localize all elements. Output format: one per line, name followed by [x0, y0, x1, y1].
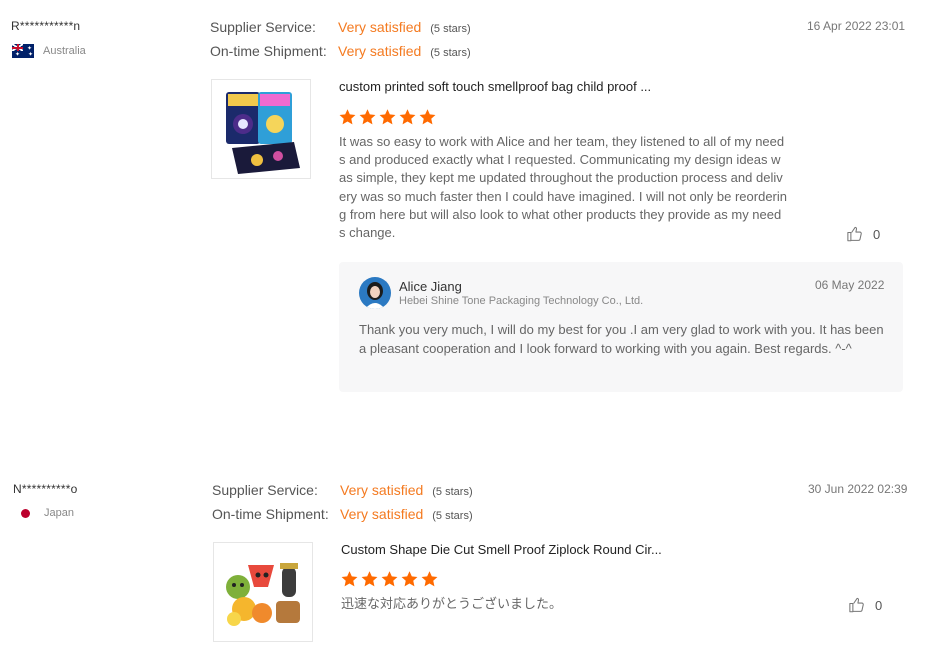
rating-label: On-time Shipment: [212, 506, 329, 522]
rating-value: Very satisfied [340, 506, 424, 522]
rating-stars-text: (5 stars) [430, 47, 471, 59]
rating-stars-text: (5 stars) [432, 486, 473, 498]
star-icon [418, 108, 437, 126]
review-stars [338, 108, 437, 126]
reply-company: Hebei Shine Tone Packaging Technology Co… [399, 295, 644, 307]
rating-stars-text: (5 stars) [430, 23, 471, 35]
star-icon [360, 570, 379, 588]
thumbs-up-icon [846, 225, 864, 243]
australia-flag-icon: ✦ ✦ ✦ [12, 44, 34, 58]
buyer-country: ✦ ✦ ✦ Australia [12, 44, 86, 58]
like-count: 0 [875, 597, 883, 613]
like-count: 0 [873, 226, 881, 242]
supplier-reply: Alice Jiang Hebei Shine Tone Packaging T… [339, 262, 903, 392]
product-thumbnail[interactable] [211, 79, 311, 179]
rating-label: On-time Shipment: [210, 43, 327, 59]
rating-label: Supplier Service: [210, 19, 316, 35]
rating-value: Very satisfied [338, 43, 422, 59]
avatar [359, 277, 391, 309]
review-stars [340, 570, 439, 588]
rating-value: Very satisfied [338, 19, 422, 35]
star-icon [378, 108, 397, 126]
review-date: 30 Jun 2022 02:39 [808, 482, 908, 496]
supplier-service-rating: Supplier Service: Very satisfied (5 star… [212, 482, 473, 498]
like-button[interactable]: 0 [848, 596, 882, 614]
country-name: Australia [43, 45, 86, 57]
rating-value: Very satisfied [340, 482, 424, 498]
star-icon [400, 570, 419, 588]
supplier-service-rating: Supplier Service: Very satisfied (5 star… [210, 19, 471, 35]
like-button[interactable]: 0 [846, 225, 880, 243]
product-image [214, 543, 312, 641]
japan-flag-icon [19, 507, 31, 519]
country-name: Japan [44, 507, 74, 519]
reply-author: Alice Jiang [399, 279, 462, 294]
review-comment: It was so easy to work with Alice and he… [339, 134, 788, 241]
buyer-country: Japan [19, 507, 74, 519]
star-icon [380, 570, 399, 588]
review-date: 16 Apr 2022 23:01 [807, 19, 906, 33]
review-item: R***********n ✦ ✦ ✦ Australia Supplier S… [0, 0, 927, 420]
rating-stars-text: (5 stars) [432, 510, 473, 522]
star-icon [338, 108, 357, 126]
thumbs-up-icon [848, 596, 866, 614]
shipment-rating: On-time Shipment: Very satisfied (5 star… [210, 43, 471, 59]
reply-date: 06 May 2022 [815, 278, 885, 292]
product-title-link[interactable]: Custom Shape Die Cut Smell Proof Ziplock… [341, 542, 662, 557]
buyer-name: R***********n [11, 19, 81, 33]
review-comment: 迅速な対応ありがとうございました。 [341, 596, 563, 611]
reply-text: Thank you very much, I will do my best f… [359, 322, 884, 356]
product-image [212, 80, 310, 178]
rating-label: Supplier Service: [212, 482, 318, 498]
star-icon [398, 108, 417, 126]
star-icon [340, 570, 359, 588]
star-icon [420, 570, 439, 588]
product-thumbnail[interactable] [213, 542, 313, 642]
review-item: N**********o Japan Supplier Service: Ver… [0, 463, 927, 671]
shipment-rating: On-time Shipment: Very satisfied (5 star… [212, 506, 473, 522]
star-icon [358, 108, 377, 126]
buyer-name: N**********o [13, 482, 78, 496]
product-title-link[interactable]: custom printed soft touch smellproof bag… [339, 79, 651, 94]
